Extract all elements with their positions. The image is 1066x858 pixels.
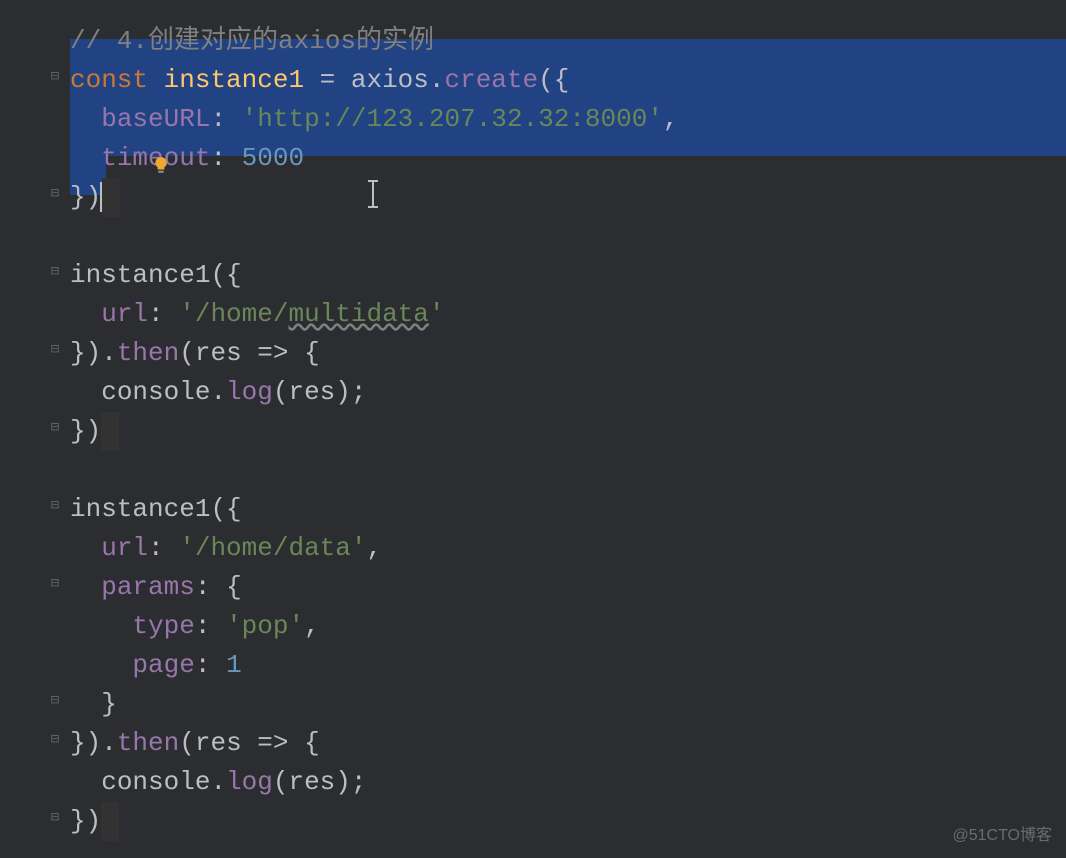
fold-open-icon[interactable]: ⊟ <box>48 265 62 279</box>
fold-close-icon[interactable]: ⊟ <box>48 811 62 825</box>
comment-text: // 4.创建对应的axios的实例 <box>70 26 434 56</box>
fold-close-icon[interactable]: ⊟ <box>48 421 62 435</box>
code-line: instance1({ <box>70 256 1066 295</box>
fold-close-icon[interactable]: ⊟ <box>48 733 62 747</box>
fold-open-icon[interactable]: ⊟ <box>48 499 62 513</box>
code-line: // 4.创建对应的axios的实例 <box>70 22 1066 61</box>
code-line: type: 'pop', <box>70 607 1066 646</box>
text-cursor-icon <box>372 180 374 208</box>
code-line: }).then(res => { <box>70 724 1066 763</box>
code-line: page: 1 <box>70 646 1066 685</box>
code-line: console.log(res); <box>70 763 1066 802</box>
code-editor[interactable]: ⊟ ⊟ ⊟ ⊟ ⊟ ⊟ ⊟ ⊟ ⊟ ⊟ // 4.创建对应的axios的实例 c… <box>0 0 1066 858</box>
fold-close-icon[interactable]: ⊟ <box>48 694 62 708</box>
code-line: }) <box>70 178 1066 217</box>
code-line: }).then(res => { <box>70 334 1066 373</box>
code-line <box>70 451 1066 490</box>
code-line <box>70 217 1066 256</box>
code-line: } <box>70 685 1066 724</box>
code-line: timeout: 5000 <box>70 139 1066 178</box>
code-line: instance1({ <box>70 490 1066 529</box>
code-line: url: '/home/multidata' <box>70 295 1066 334</box>
fold-close-icon[interactable]: ⊟ <box>48 187 62 201</box>
code-line: console.log(res); <box>70 373 1066 412</box>
code-line: url: '/home/data', <box>70 529 1066 568</box>
lightbulb-icon[interactable] <box>152 148 170 166</box>
code-content[interactable]: // 4.创建对应的axios的实例 const instance1 = axi… <box>70 0 1066 858</box>
fold-close-icon[interactable]: ⊟ <box>48 343 62 357</box>
fold-open-icon[interactable]: ⊟ <box>48 70 62 84</box>
code-line: baseURL: 'http://123.207.32.32:8000', <box>70 100 1066 139</box>
code-line: }) <box>70 802 1066 841</box>
fold-open-icon[interactable]: ⊟ <box>48 577 62 591</box>
watermark-text: @51CTO博客 <box>952 824 1052 848</box>
code-line: }) <box>70 412 1066 451</box>
code-line: const instance1 = axios.create({ <box>70 61 1066 100</box>
code-line: params: { <box>70 568 1066 607</box>
gutter: ⊟ ⊟ ⊟ ⊟ ⊟ ⊟ ⊟ ⊟ ⊟ ⊟ <box>0 0 70 858</box>
